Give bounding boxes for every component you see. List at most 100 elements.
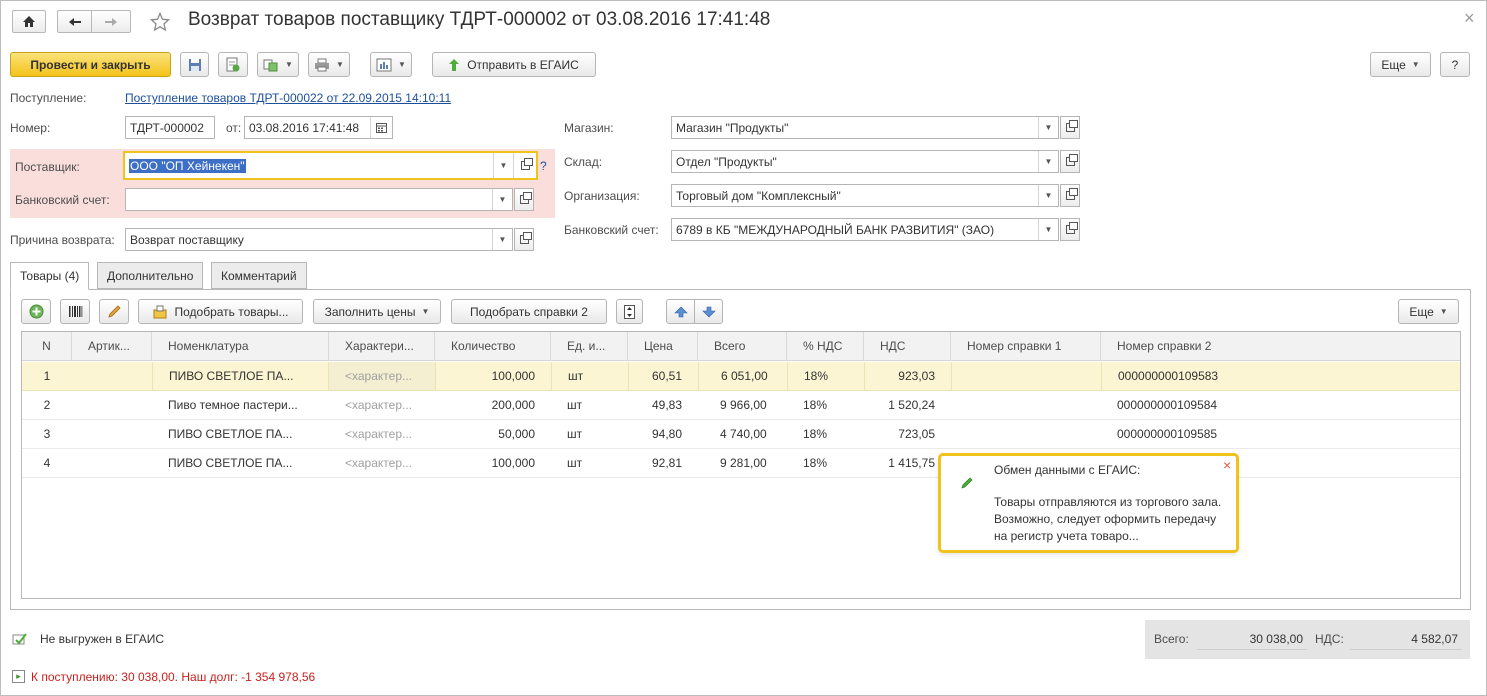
number-field[interactable]: ТДРТ-000002 (125, 116, 215, 139)
post-button[interactable] (218, 52, 248, 77)
egais-notification[interactable]: Обмен данными с ЕГАИС: Товары отправляют… (938, 453, 1239, 553)
return-reason-dropdown-arrow[interactable]: ▼ (492, 229, 512, 250)
tab-additional[interactable]: Дополнительно (97, 262, 204, 289)
send-egais-button[interactable]: Отправить в ЕГАИС (432, 52, 596, 77)
org-bank-account-dropdown-arrow[interactable]: ▼ (1038, 219, 1058, 240)
supplier-field[interactable]: ООО "ОП Хейнекен" ▼ (123, 151, 538, 180)
column-header-quantity[interactable]: Количество (435, 332, 551, 360)
organization-label: Организация: (564, 189, 640, 203)
calendar-icon[interactable] (370, 117, 392, 138)
cell-cert2: 000000000109585 (1117, 427, 1218, 441)
column-header-characteristic[interactable]: Характери... (329, 332, 435, 360)
expand-arrow-icon[interactable]: ▸ (12, 670, 25, 683)
supplier-hint[interactable]: ? (540, 159, 547, 173)
bank-account-field[interactable] (125, 188, 513, 211)
cell-nomenclature: Пиво темное пастери... (168, 398, 298, 412)
organization-open-button[interactable] (1060, 184, 1080, 207)
column-header-total[interactable]: Всего (698, 332, 787, 360)
return-reason-field[interactable]: Возврат поставщику (125, 228, 513, 251)
cell-n: 1 (43, 369, 51, 383)
column-header-vat[interactable]: НДС (864, 332, 951, 360)
number-label: Номер: (10, 121, 51, 135)
create-based-icon (263, 59, 278, 71)
home-button[interactable] (12, 10, 46, 33)
org-bank-account-open-button[interactable] (1060, 218, 1080, 241)
print-button[interactable]: ▼ (308, 52, 350, 77)
close-window-button[interactable]: × (1464, 8, 1475, 29)
bank-account-open-button[interactable] (514, 188, 534, 211)
help-button[interactable]: ? (1440, 52, 1470, 77)
warehouse-field[interactable]: Отдел "Продукты" (671, 150, 1059, 173)
cell-vat: 1 520,24 (888, 398, 935, 412)
column-header-n[interactable]: N (22, 332, 72, 360)
table-row[interactable]: 2 Пиво темное пастери... <характер... 20… (22, 391, 1460, 420)
warehouse-dropdown-arrow[interactable]: ▼ (1038, 151, 1058, 172)
edit-button[interactable] (99, 299, 129, 324)
reports-button[interactable]: ▼ (370, 52, 412, 77)
save-button[interactable] (180, 52, 209, 77)
notification-close-button[interactable]: × (1223, 457, 1231, 473)
more-actions-button[interactable]: Еще ▼ (1370, 52, 1431, 77)
arrow-down-icon (701, 306, 716, 317)
cell-article (72, 420, 152, 448)
column-header-vat-rate[interactable]: % НДС (787, 332, 864, 360)
cell-price: 49,83 (651, 398, 682, 412)
warehouse-open-button[interactable] (1060, 150, 1080, 173)
tab-comment[interactable]: Комментарий (211, 262, 307, 289)
cell-quantity: 100,000 (491, 456, 535, 470)
pick-goods-button[interactable]: Подобрать товары... (138, 299, 303, 324)
supplier-dropdown-arrow[interactable]: ▼ (493, 153, 513, 178)
receipt-link[interactable]: Поступление товаров ТДРТ-000022 от 22.09… (125, 91, 451, 105)
debt-info-text[interactable]: К поступлению: 30 038,00. Наш долг: -1 3… (31, 670, 315, 684)
notification-title: Обмен данными с ЕГАИС: (994, 463, 1141, 477)
table-more-button[interactable]: Еще ▼ (1398, 299, 1459, 324)
cell-nomenclature: ПИВО СВЕТЛОЕ ПА... (152, 362, 329, 390)
cell-vat: 923,03 (864, 362, 951, 390)
favorite-star-icon[interactable] (148, 10, 172, 34)
column-header-unit[interactable]: Ед. и... (551, 332, 628, 360)
tab-goods[interactable]: Товары (4) (10, 262, 90, 290)
column-header-price[interactable]: Цена (628, 332, 698, 360)
organization-field[interactable]: Торговый дом "Комплексный" (671, 184, 1059, 207)
cell-cert1 (951, 362, 1101, 390)
return-reason-open-button[interactable] (514, 228, 534, 251)
move-up-button[interactable] (666, 299, 695, 324)
org-bank-account-field[interactable]: 6789 в КБ "МЕЖДУНАРОДНЫЙ БАНК РАЗВИТИЯ" … (671, 218, 1059, 241)
back-button[interactable] (57, 10, 91, 33)
cell-vat-rate: 18% (803, 427, 828, 441)
vat-total-value: 4 582,07 (1350, 626, 1462, 650)
egais-status-text: Не выгружен в ЕГАИС (40, 632, 165, 646)
forward-button[interactable] (91, 10, 131, 33)
org-bank-account-label: Банковский счет: (564, 223, 659, 237)
cell-nomenclature: ПИВО СВЕТЛОЕ ПА... (168, 456, 293, 470)
date-field[interactable]: 03.08.2016 17:41:48 (244, 116, 393, 139)
barcode-button[interactable] (60, 299, 90, 324)
cell-price: 60,51 (628, 362, 698, 390)
cell-article (72, 449, 152, 477)
create-based-on-button[interactable]: ▼ (257, 52, 299, 77)
store-open-button[interactable] (1060, 116, 1080, 139)
move-down-button[interactable] (694, 299, 723, 324)
add-row-button[interactable] (21, 299, 51, 324)
warehouse-label: Склад: (564, 155, 603, 169)
expand-button[interactable] (616, 299, 643, 324)
supplier-open-button[interactable] (513, 153, 536, 178)
table-row[interactable]: 3 ПИВО СВЕТЛОЕ ПА... <характер... 50,000… (22, 420, 1460, 449)
store-dropdown-arrow[interactable]: ▼ (1038, 117, 1058, 138)
table-row[interactable]: 4 ПИВО СВЕТЛОЕ ПА... <характер... 100,00… (22, 449, 1460, 478)
post-and-close-button[interactable]: Провести и закрыть (10, 52, 171, 77)
column-header-article[interactable]: Артик... (72, 332, 152, 360)
organization-dropdown-arrow[interactable]: ▼ (1038, 185, 1058, 206)
upload-arrow-icon (449, 58, 460, 71)
table-row[interactable]: 1 ПИВО СВЕТЛОЕ ПА... <характер... 100,00… (22, 362, 1460, 391)
notification-text: Товары отправляются из торгового зала. В… (994, 495, 1222, 543)
egais-status-icon (12, 633, 27, 645)
store-field[interactable]: Магазин "Продукты" (671, 116, 1059, 139)
column-header-cert1[interactable]: Номер справки 1 (951, 332, 1101, 360)
bank-account-dropdown-arrow[interactable]: ▼ (492, 189, 512, 210)
column-header-nomenclature[interactable]: Номенклатура (152, 332, 329, 360)
pick-certs-button[interactable]: Подобрать справки 2 (451, 299, 607, 324)
fill-prices-button[interactable]: Заполнить цены ▼ (313, 299, 441, 324)
cell-total: 9 281,00 (720, 456, 767, 470)
column-header-cert2[interactable]: Номер справки 2 (1101, 332, 1460, 360)
